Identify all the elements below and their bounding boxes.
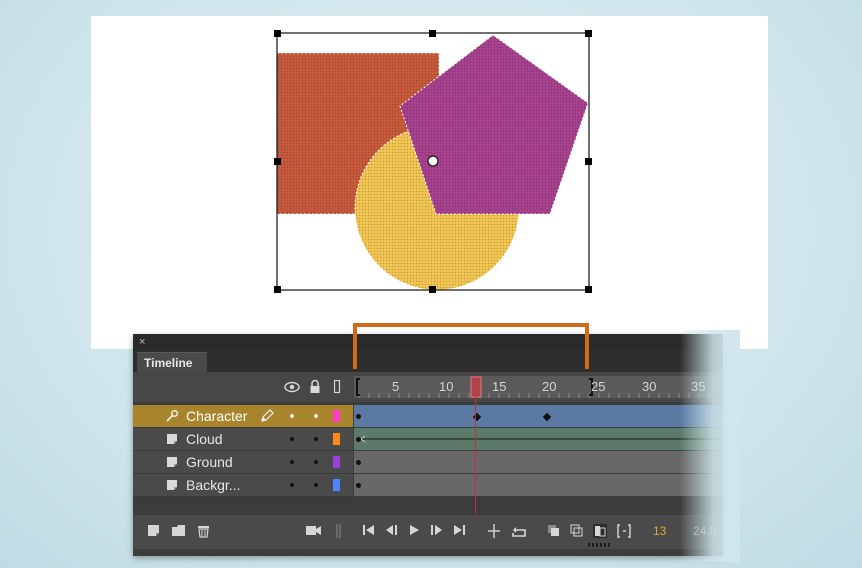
eye-icon[interactable] (284, 381, 300, 393)
outline-icon[interactable] (334, 380, 341, 394)
onion-skin-outlines-icon[interactable] (570, 524, 584, 538)
layer-color-swatch[interactable] (333, 410, 340, 422)
keyframe[interactable] (356, 460, 361, 465)
ruler-tick-15: 15 (492, 379, 507, 394)
visibility-dot[interactable] (290, 414, 294, 418)
transform-point[interactable] (427, 155, 439, 167)
step-back-icon[interactable] (385, 524, 399, 536)
frames-ground[interactable] (354, 451, 723, 473)
current-frame-readout[interactable]: 13 (653, 524, 666, 538)
ruler-tick-20: 20 (542, 379, 557, 394)
ruler-tick-10: 10 (439, 379, 454, 394)
visibility-dot[interactable] (290, 460, 294, 464)
onion-skin-range-callout (353, 323, 589, 369)
loop-icon[interactable] (511, 524, 527, 538)
layer-row-ground[interactable]: Ground (133, 451, 353, 474)
visibility-dot[interactable] (290, 437, 294, 441)
layer-color-swatch[interactable] (333, 433, 340, 445)
lock-dot[interactable] (314, 437, 318, 441)
visibility-dot[interactable] (290, 483, 294, 487)
camera-icon[interactable] (305, 524, 322, 536)
center-frame-icon[interactable] (487, 524, 501, 538)
layer-row-character[interactable]: Character (133, 405, 353, 428)
motion-tween-layer-icon (166, 410, 178, 422)
frames-cloud[interactable] (354, 428, 723, 450)
timeline-toolbar: 13 24.0 (133, 514, 723, 549)
tween-line (361, 435, 723, 443)
layer-color-swatch[interactable] (333, 456, 340, 468)
layer-name: Ground (186, 454, 233, 470)
lock-icon[interactable] (309, 379, 321, 394)
stage-canvas[interactable] (91, 16, 768, 349)
panel-divider-icon (336, 524, 341, 538)
play-icon[interactable] (409, 524, 420, 536)
frames-background[interactable] (354, 474, 723, 496)
frames-character[interactable] (354, 405, 723, 427)
modify-markers-icon[interactable] (617, 524, 631, 538)
delete-icon[interactable] (197, 524, 210, 538)
onion-skin-icon[interactable] (547, 524, 561, 538)
go-to-last-frame-icon[interactable] (453, 524, 466, 536)
keyframe[interactable] (356, 414, 361, 419)
property-keyframe[interactable] (542, 412, 552, 422)
new-folder-icon[interactable] (171, 524, 186, 537)
step-forward-icon[interactable] (430, 524, 444, 536)
layer-icon (167, 434, 177, 444)
artwork[interactable] (91, 16, 768, 349)
lock-dot[interactable] (314, 483, 318, 487)
new-layer-icon[interactable] (147, 524, 160, 537)
resize-grip[interactable] (588, 543, 612, 548)
tab-timeline[interactable]: Timeline (137, 352, 207, 373)
layer-row-background[interactable]: Backgr... (133, 474, 353, 497)
layer-icon (167, 457, 177, 467)
ruler-tick-5: 5 (392, 379, 400, 394)
layer-icon (167, 480, 177, 490)
edit-multiple-frames-icon[interactable] (593, 524, 607, 538)
ruler-tick-35: 35 (691, 379, 706, 394)
ruler-tick-25: 25 (591, 379, 606, 394)
playhead[interactable] (470, 376, 482, 398)
layer-color-swatch[interactable] (333, 479, 340, 491)
layer-name: Character (186, 408, 248, 424)
pencil-icon[interactable] (259, 408, 275, 424)
keyframe[interactable] (356, 483, 361, 488)
close-icon[interactable]: × (139, 335, 145, 349)
layer-row-cloud[interactable]: Cloud (133, 428, 353, 451)
lock-dot[interactable] (314, 414, 318, 418)
layer-name: Backgr... (186, 477, 241, 493)
frame-ruler[interactable]: 5 10 15 20 25 30 35 (354, 376, 723, 398)
go-to-first-frame-icon[interactable] (362, 524, 375, 536)
frame-rate-readout[interactable]: 24.0 (693, 524, 716, 538)
timeline-header: 5 10 15 20 25 30 35 (133, 372, 723, 402)
lock-dot[interactable] (314, 460, 318, 464)
layer-name: Cloud (186, 431, 223, 447)
ruler-tick-30: 30 (642, 379, 657, 394)
ruler-ticks (356, 376, 710, 398)
